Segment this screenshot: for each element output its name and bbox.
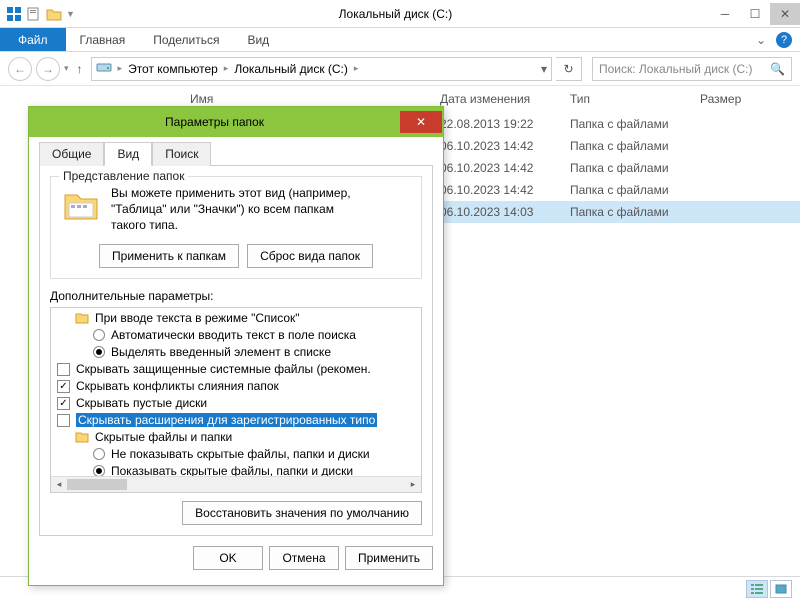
radio-icon[interactable] [93, 329, 105, 341]
breadcrumb-drive[interactable]: Локальный диск (C:) [234, 62, 348, 76]
tree-option[interactable]: Автоматически вводить текст в поле поиск… [51, 327, 421, 344]
folder-icon [75, 311, 89, 325]
address-dropdown-icon[interactable]: ▾ [541, 62, 547, 76]
tab-general[interactable]: Общие [39, 142, 104, 166]
col-date[interactable]: Дата изменения [440, 92, 570, 106]
chevron-right-icon[interactable]: ▸ [354, 63, 359, 74]
checkbox-icon[interactable] [57, 363, 70, 376]
help-icon[interactable]: ? [776, 32, 792, 48]
col-size[interactable]: Размер [700, 92, 780, 106]
window-controls: ─ ☐ ✕ [710, 3, 800, 25]
refresh-button[interactable]: ↻ [556, 57, 582, 81]
checkbox-icon[interactable]: ✓ [57, 397, 70, 410]
window-title: Локальный диск (C:) [81, 7, 710, 21]
reset-folders-button[interactable]: Сброс вида папок [247, 244, 373, 268]
ribbon-share-tab[interactable]: Поделиться [139, 28, 233, 51]
apply-to-folders-button[interactable]: Применить к папкам [99, 244, 239, 268]
details-view-button[interactable] [746, 580, 768, 598]
advanced-settings-tree[interactable]: При вводе текста в режиме "Список" Автом… [50, 307, 422, 493]
tab-panel: Представление папок Вы можете применить … [39, 165, 433, 536]
app-icon [6, 6, 22, 22]
checkbox-icon[interactable]: ✓ [57, 380, 70, 393]
tab-view[interactable]: Вид [104, 142, 152, 166]
back-button[interactable]: ← [8, 57, 32, 81]
folder-options-dialog: Параметры папок ✕ Общие Вид Поиск Предст… [28, 106, 444, 586]
dialog-close-button[interactable]: ✕ [400, 111, 442, 133]
table-row[interactable]: 06.10.2023 14:03Папка с файлами [440, 201, 800, 223]
tree-option-selected[interactable]: Скрывать расширения для зарегистрированн… [51, 412, 421, 429]
tree-group: При вводе текста в режиме "Список" [51, 310, 421, 327]
minimize-button[interactable]: ─ [710, 3, 740, 25]
col-name[interactable]: Имя [190, 92, 440, 106]
cancel-button[interactable]: Отмена [269, 546, 339, 570]
maximize-button[interactable]: ☐ [740, 3, 770, 25]
table-row[interactable]: 06.10.2023 14:42Папка с файлами [440, 157, 800, 179]
tree-option[interactable]: ✓ Скрывать конфликты слияния папок [51, 378, 421, 395]
forward-button[interactable]: → [36, 57, 60, 81]
group-description: Вы можете применить этот вид (например, … [111, 185, 351, 234]
ribbon-view-tab[interactable]: Вид [233, 28, 283, 51]
restore-defaults-button[interactable]: Восстановить значения по умолчанию [182, 501, 422, 525]
ribbon-home-tab[interactable]: Главная [66, 28, 140, 51]
breadcrumb-bar[interactable]: ▸ Этот компьютер ▸ Локальный диск (C:) ▸… [91, 57, 552, 81]
chevron-right-icon[interactable]: ▸ [224, 63, 229, 74]
close-button[interactable]: ✕ [770, 3, 800, 25]
scroll-thumb[interactable] [67, 479, 127, 490]
radio-icon[interactable] [93, 346, 105, 358]
address-bar: ← → ▾ ↑ ▸ Этот компьютер ▸ Локальный дис… [0, 52, 800, 86]
expand-ribbon-icon[interactable]: ⌄ [756, 33, 766, 47]
folder-icon [61, 185, 101, 225]
window-titlebar: ▼ Локальный диск (C:) ─ ☐ ✕ [0, 0, 800, 28]
advanced-settings-label: Дополнительные параметры: [50, 289, 422, 303]
tab-search[interactable]: Поиск [152, 142, 211, 166]
properties-icon[interactable] [26, 6, 42, 22]
drive-icon [96, 59, 112, 78]
table-row[interactable]: 22.08.2013 19:22Папка с файлами [440, 113, 800, 135]
search-input[interactable]: Поиск: Локальный диск (C:) 🔍 [592, 57, 792, 81]
breadcrumb-computer[interactable]: Этот компьютер [128, 62, 218, 76]
folder-icon[interactable] [46, 6, 62, 22]
search-placeholder: Поиск: Локальный диск (C:) [599, 62, 770, 76]
table-row[interactable]: 06.10.2023 14:42Папка с файлами [440, 135, 800, 157]
folder-icon [75, 430, 89, 444]
tree-option[interactable]: Скрывать защищенные системные файлы (рек… [51, 361, 421, 378]
qat-dropdown-icon[interactable]: ▼ [66, 9, 75, 19]
radio-icon[interactable] [93, 448, 105, 460]
col-type[interactable]: Тип [570, 92, 700, 106]
dialog-titlebar[interactable]: Параметры папок ✕ [29, 107, 443, 137]
ribbon-file-tab[interactable]: Файл [0, 28, 66, 51]
ok-button[interactable]: OK [193, 546, 263, 570]
up-button[interactable]: ↑ [73, 62, 87, 76]
recent-dropdown-icon[interactable]: ▾ [64, 63, 69, 74]
tree-option[interactable]: Выделять введенный элемент в списке [51, 344, 421, 361]
group-title: Представление папок [59, 169, 188, 183]
ribbon: Файл Главная Поделиться Вид ⌄ ? [0, 28, 800, 52]
search-icon: 🔍 [770, 62, 785, 76]
table-row[interactable]: 06.10.2023 14:42Папка с файлами [440, 179, 800, 201]
chevron-right-icon[interactable]: ▸ [118, 63, 123, 74]
apply-button[interactable]: Применить [345, 546, 433, 570]
quick-access-toolbar: ▼ [0, 6, 81, 22]
dialog-buttons: OK Отмена Применить [39, 546, 433, 570]
scroll-left-icon[interactable]: ◂ [51, 477, 67, 492]
checkbox-icon[interactable] [57, 414, 70, 427]
folder-views-group: Представление папок Вы можете применить … [50, 176, 422, 279]
scroll-right-icon[interactable]: ▸ [405, 477, 421, 492]
tree-option[interactable]: Не показывать скрытые файлы, папки и дис… [51, 446, 421, 463]
dialog-title: Параметры папок [29, 115, 400, 129]
dialog-tabs: Общие Вид Поиск [39, 142, 433, 166]
horizontal-scrollbar[interactable]: ◂ ▸ [51, 476, 421, 492]
tree-group: Скрытые файлы и папки [51, 429, 421, 446]
tree-option[interactable]: ✓ Скрывать пустые диски [51, 395, 421, 412]
icons-view-button[interactable] [770, 580, 792, 598]
